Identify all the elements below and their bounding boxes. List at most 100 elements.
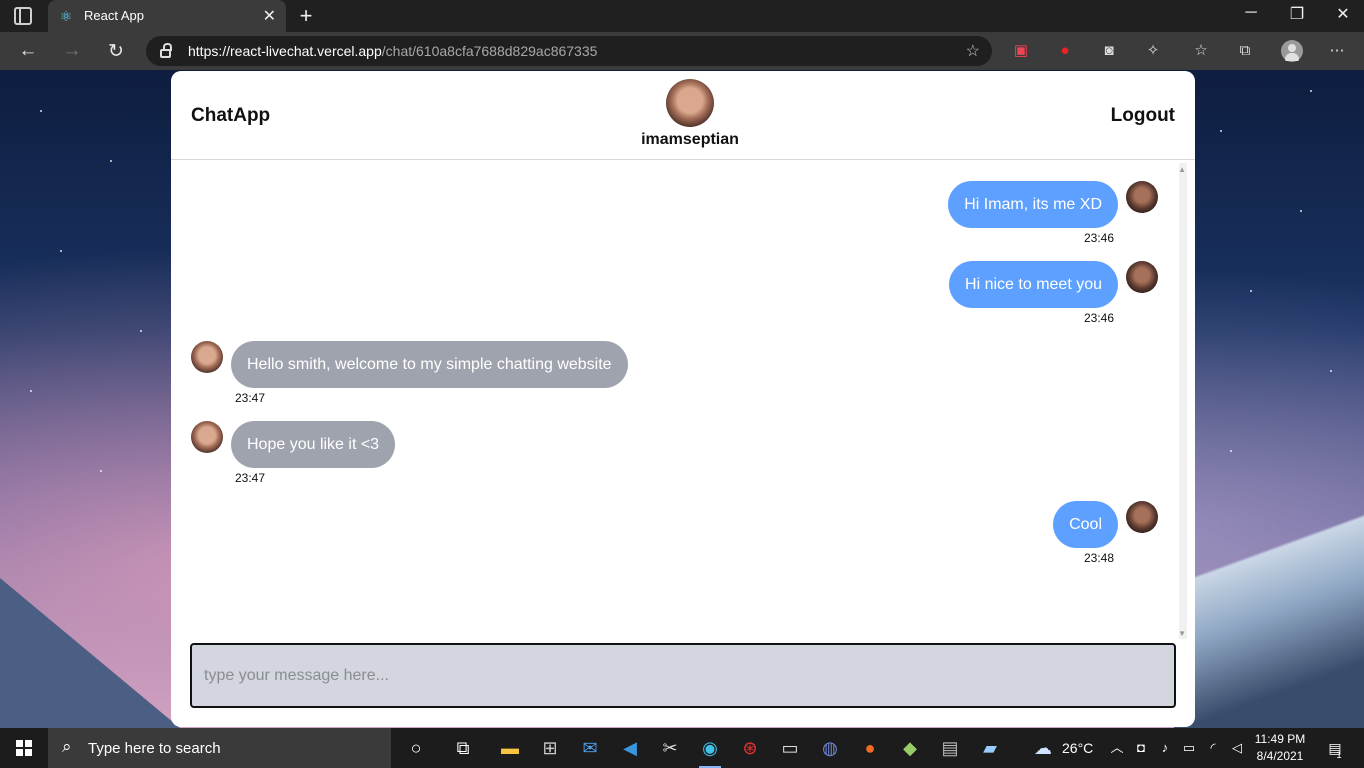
message-bubble-sent: Hi Imam, its me XD [948, 181, 1118, 228]
discord-icon[interactable]: ◍ [817, 736, 843, 760]
clock-date[interactable]: 8/4/2021 [1250, 749, 1310, 763]
window-close-icon[interactable]: ✕ [1320, 4, 1364, 24]
tab-title: React App [84, 8, 144, 23]
star [100, 470, 102, 472]
volume-icon[interactable]: ◁ [1224, 736, 1250, 760]
clock-time[interactable]: 11:49 PM [1250, 732, 1310, 746]
url-host: https://react-livechat.vercel.app [188, 43, 382, 59]
microphone-icon[interactable]: ♪ [1152, 736, 1178, 760]
weather-temperature[interactable]: 26°C [1062, 740, 1093, 756]
wifi-icon[interactable]: ◜ [1200, 736, 1226, 760]
edge-icon[interactable]: ◉ [697, 736, 723, 768]
react-icon: ⚛ [59, 8, 73, 24]
refresh-icon[interactable]: ↻ [104, 40, 128, 63]
brand-title[interactable]: ChatApp [191, 105, 270, 127]
sender-avatar [1126, 181, 1158, 213]
message-scrollbar[interactable] [1179, 163, 1187, 639]
logout-button[interactable]: Logout [1111, 105, 1175, 127]
extensions-icon[interactable]: ✧ [1142, 40, 1164, 62]
message-bubble-sent: Hi nice to meet you [949, 261, 1118, 308]
star [140, 330, 142, 332]
cortana-icon[interactable]: ○ [403, 736, 429, 760]
sourcetree-icon[interactable]: ◆ [897, 736, 923, 760]
add-favorite-icon[interactable]: ☆ [966, 41, 980, 61]
forward-arrow-icon[interactable]: → [60, 40, 84, 62]
taskbar-search-text: Type here to search [88, 740, 221, 757]
battery-icon[interactable]: ▭ [1176, 736, 1202, 760]
star [40, 110, 42, 112]
message-bubble-received: Hello smith, welcome to my simple chatti… [231, 341, 628, 388]
message-list: Hi Imam, its me XD 23:46 Hi nice to meet… [171, 161, 1195, 641]
contact-message-avatar [191, 421, 223, 453]
browser-tab[interactable]: ⚛ React App ✕ [48, 0, 286, 32]
extension-camera-icon[interactable]: ◙ [1098, 40, 1120, 62]
favorites-icon[interactable]: ☆ [1190, 40, 1212, 62]
taskbar: ⌕ Type here to search ○ ⧉ ▬ ⊞ ✉ ◀ ✂ ◉ ⊛ … [0, 728, 1364, 768]
store-icon[interactable]: ⊞ [537, 736, 563, 760]
chat-header: ChatApp imamseptian Logout [171, 71, 1195, 160]
minimize-icon[interactable]: ─ [1228, 4, 1274, 22]
notification-count: 1 [1336, 750, 1342, 760]
chat-card: ChatApp imamseptian Logout Hi Imam, its … [171, 71, 1195, 727]
mail-icon[interactable]: ✉ [577, 736, 603, 760]
restore-icon[interactable]: ❐ [1274, 4, 1320, 24]
scroll-up-icon[interactable]: ▲ [1178, 165, 1186, 174]
browser-toolbar: ← → ↻ https://react-livechat.vercel.app/… [0, 32, 1364, 70]
message-time: 23:47 [235, 471, 266, 485]
close-tab-icon[interactable]: ✕ [263, 6, 276, 26]
message-input-container [190, 643, 1176, 708]
star [1220, 130, 1222, 132]
collections-icon[interactable]: ⧉ [1234, 40, 1256, 62]
profile-avatar[interactable] [1281, 40, 1303, 62]
task-view-icon[interactable]: ⧉ [450, 736, 476, 760]
contact-avatar [666, 79, 714, 127]
message-bubble-received: Hope you like it <3 [231, 421, 396, 468]
windows-start-icon[interactable] [16, 740, 32, 756]
mountain-left [0, 578, 180, 728]
url-text[interactable]: https://react-livechat.vercel.app/chat/6… [188, 43, 597, 59]
star [1250, 290, 1252, 292]
extension-stop-icon[interactable]: ● [1054, 40, 1076, 62]
notepad-icon[interactable]: ▰ [977, 736, 1003, 760]
contact-name: imamseptian [641, 131, 739, 148]
star [1330, 370, 1332, 372]
scroll-down-icon[interactable]: ▼ [1178, 629, 1186, 638]
lock-icon[interactable] [160, 43, 172, 58]
weather-icon[interactable]: ☁ [1030, 736, 1056, 760]
terminal-icon[interactable]: ▭ [777, 736, 803, 760]
tab-actions-icon[interactable] [14, 7, 32, 25]
star [110, 160, 112, 162]
file-explorer-icon[interactable]: ▬ [497, 736, 523, 760]
extension-pdf-icon[interactable]: ▣ [1010, 40, 1032, 62]
tray-app-icon[interactable]: ◘ [1128, 736, 1154, 760]
message-time: 23:47 [235, 391, 266, 405]
vscode-icon[interactable]: ◀ [617, 736, 643, 760]
star [30, 390, 32, 392]
message-bubble-sent: Cool [1053, 501, 1118, 548]
mountain-right [1174, 468, 1364, 728]
snipping-tool-icon[interactable]: ✂ [657, 736, 683, 760]
new-tab-button[interactable]: + [294, 3, 318, 29]
taskbar-search[interactable]: ⌕ Type here to search [48, 728, 391, 768]
app-red-icon[interactable]: ⊛ [737, 736, 763, 760]
postman-icon[interactable]: ● [857, 736, 883, 760]
contact-message-avatar [191, 341, 223, 373]
more-menu-icon[interactable]: ⋯ [1326, 40, 1348, 62]
url-path: /chat/610a8cfa7688d829ac867335 [381, 43, 598, 59]
star [1300, 210, 1302, 212]
message-input[interactable] [192, 645, 1174, 706]
app-window-icon[interactable]: ▤ [937, 736, 963, 760]
message-time: 23:46 [1084, 231, 1115, 245]
star [60, 250, 62, 252]
search-icon: ⌕ [62, 737, 72, 756]
message-time: 23:48 [1084, 551, 1115, 565]
star [1230, 450, 1232, 452]
message-time: 23:46 [1084, 311, 1115, 325]
sender-avatar [1126, 261, 1158, 293]
sender-avatar [1126, 501, 1158, 533]
address-bar[interactable]: https://react-livechat.vercel.app/chat/6… [146, 36, 992, 66]
browser-tab-bar: ⚛ React App ✕ + ─ ❐ ✕ [0, 0, 1364, 32]
back-arrow-icon[interactable]: ← [16, 40, 40, 62]
tray-chevron-icon[interactable]: ︿ [1104, 736, 1130, 760]
star [1310, 90, 1312, 92]
